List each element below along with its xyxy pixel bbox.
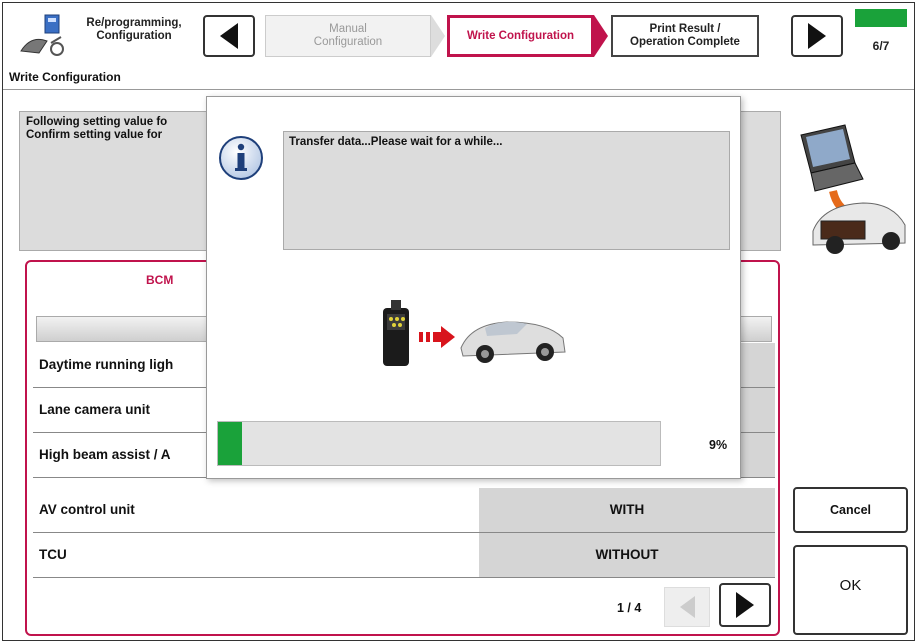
step-chevron-active bbox=[594, 15, 608, 57]
step-progress: 6/7 bbox=[855, 9, 907, 61]
next-page-button[interactable] bbox=[719, 583, 771, 627]
top-bar: Re/programming, Configuration Manual Con… bbox=[3, 3, 914, 67]
prev-page-button[interactable] bbox=[664, 587, 710, 627]
next-page-arrow-icon bbox=[736, 592, 754, 618]
prev-page-arrow-icon bbox=[679, 596, 695, 618]
step-print-result: Print Result / Operation Complete bbox=[611, 15, 759, 57]
divider bbox=[3, 89, 914, 90]
consult-to-car-icon bbox=[383, 300, 566, 366]
app-window: Re/programming, Configuration Manual Con… bbox=[2, 2, 915, 641]
page-indicator: 1 / 4 bbox=[617, 601, 642, 615]
progress-fill bbox=[218, 422, 242, 465]
row-label: Lane camera unit bbox=[39, 402, 151, 417]
section-title: Write Configuration bbox=[9, 70, 121, 84]
progress-percent: 9% bbox=[709, 438, 728, 452]
row-label: AV control unit bbox=[39, 502, 135, 517]
step-write-configuration: Write Configuration bbox=[447, 15, 594, 57]
tab-bcm[interactable]: BCM bbox=[146, 273, 173, 287]
row-label: TCU bbox=[39, 547, 67, 562]
row-label: Daytime running ligh bbox=[39, 357, 174, 372]
next-arrow-icon bbox=[808, 23, 826, 49]
back-arrow-icon bbox=[220, 23, 238, 49]
message-text: Following setting value fo Confirm setti… bbox=[26, 116, 168, 141]
step-manual-configuration: Manual Configuration bbox=[265, 15, 431, 57]
laptop-to-car-icon bbox=[800, 124, 906, 254]
step-chevron bbox=[431, 15, 445, 57]
programming-icon bbox=[20, 14, 64, 56]
dialog-message: Transfer data...Please wait for a while.… bbox=[289, 136, 503, 148]
app-title: Re/programming, Configuration bbox=[86, 17, 182, 42]
dialog-message-panel: Transfer data...Please wait for a while.… bbox=[283, 131, 730, 250]
back-button[interactable] bbox=[203, 15, 255, 57]
row-label: High beam assist / A bbox=[39, 447, 171, 462]
cancel-button[interactable]: Cancel bbox=[793, 487, 908, 533]
row-value: WITH bbox=[479, 488, 775, 532]
table-row[interactable]: AV control unit WITH bbox=[33, 488, 775, 533]
step-count: 6/7 bbox=[872, 39, 890, 53]
table-row[interactable]: TCU WITHOUT bbox=[33, 533, 775, 578]
info-icon bbox=[219, 136, 263, 180]
step-progress-bar bbox=[855, 9, 907, 27]
row-value: WITHOUT bbox=[479, 533, 775, 577]
transfer-dialog: Transfer data...Please wait for a while.… bbox=[206, 96, 741, 479]
next-button[interactable] bbox=[791, 15, 843, 57]
transfer-progress-bar bbox=[217, 421, 661, 466]
ok-button[interactable]: OK bbox=[793, 545, 908, 635]
